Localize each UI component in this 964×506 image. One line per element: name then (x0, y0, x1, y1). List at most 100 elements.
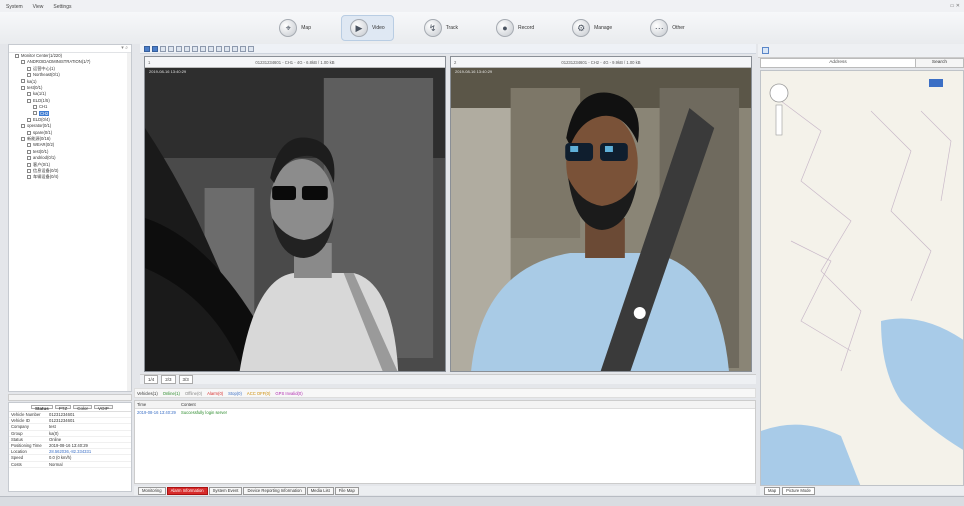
map-panel-icon[interactable] (762, 47, 769, 54)
map-footer-tabs: Map Picture Mode (760, 486, 964, 495)
page-tab-1[interactable]: 1/4 (144, 375, 159, 384)
tree-node-label: andriod(0/1) (33, 155, 56, 161)
bottom-tab[interactable]: System Event (208, 486, 243, 495)
checkbox-icon[interactable] (27, 66, 31, 71)
tab-map-view[interactable]: Map (764, 486, 781, 495)
search-button[interactable]: Search (915, 59, 963, 67)
refresh-icon[interactable] (248, 45, 254, 52)
info-value: 2019-08-16 13:40:29 (49, 442, 88, 448)
info-key: Company (11, 424, 29, 430)
stop-all-icon[interactable] (208, 45, 214, 52)
log-header-time: Time (137, 402, 147, 407)
checkbox-icon[interactable] (21, 85, 25, 90)
checkbox-icon[interactable] (21, 136, 25, 141)
tab-track[interactable]: ↯ Track (416, 15, 466, 41)
tree-search-icon[interactable]: ▾ ⌕ (9, 45, 131, 53)
checkbox-icon[interactable] (33, 111, 37, 116)
tab-map[interactable]: ⌖ Map (271, 15, 319, 41)
layout-16-icon[interactable] (168, 45, 174, 52)
tree-node-label: Monitor Center(1/220) (21, 53, 62, 58)
checkbox-icon[interactable] (27, 168, 31, 173)
page-tab-2[interactable]: 2/3 (161, 375, 176, 384)
menu-view[interactable]: View (33, 4, 44, 10)
tab-manage[interactable]: ⚙ Manage (564, 15, 620, 41)
bottom-tab[interactable]: Monitoring (138, 486, 166, 495)
map-view[interactable] (760, 70, 964, 486)
checkbox-icon[interactable] (27, 162, 31, 167)
legend-item[interactable]: Stop(0) (228, 391, 242, 396)
bottom-tab[interactable]: Media List (306, 486, 334, 495)
checkbox-icon[interactable] (27, 156, 31, 161)
map-type-button[interactable] (929, 79, 943, 87)
checkbox-icon[interactable] (21, 60, 25, 65)
checkbox-icon[interactable] (33, 105, 37, 110)
menu-system[interactable]: System (6, 4, 23, 10)
info-value[interactable]: 28.562036,-82.334331 (49, 449, 131, 454)
checkbox-icon[interactable] (27, 175, 31, 180)
map-zoom-slider[interactable] (775, 104, 783, 136)
talk-icon[interactable] (200, 45, 206, 52)
other-icon: ⋯ (650, 19, 669, 37)
legend-item[interactable]: GPS Invalid(0) (275, 391, 302, 396)
info-key: Group (11, 430, 23, 436)
zoom-icon[interactable] (240, 45, 246, 52)
camera-title-1: 01231234601 - CH1 - 4G - 6.8kB / 1.00 kB (145, 57, 445, 68)
tree-horizontal-scrollbar[interactable] (8, 394, 132, 401)
camera-view-2[interactable]: 01231234601 - CH2 - 4G - 9.9kB / 1.00 kB… (450, 56, 752, 372)
menu-settings[interactable]: Settings (53, 4, 71, 10)
tab-other[interactable]: ⋯ Other (642, 15, 693, 41)
snapshot-icon[interactable] (176, 45, 182, 52)
checkbox-icon[interactable] (27, 130, 31, 135)
legend-item[interactable]: ACC OFF(0) (247, 391, 271, 396)
audio-icon[interactable] (192, 45, 198, 52)
tree-node-label: operator(0/1) (27, 123, 52, 129)
tab-voip[interactable]: VOIP (94, 405, 113, 411)
tree-scrollbar[interactable] (127, 53, 131, 391)
legend-item[interactable]: Offline(0) (185, 391, 202, 396)
tab-status[interactable]: Status (31, 405, 53, 411)
bottom-tab[interactable]: Alarm Information (166, 486, 208, 495)
layout-9-icon[interactable] (160, 45, 166, 52)
checkbox-icon[interactable] (27, 98, 31, 103)
record-video-icon[interactable] (184, 45, 190, 52)
tree-node[interactable]: 车辆设备(0/4) (9, 174, 131, 180)
checkbox-icon[interactable] (27, 73, 31, 78)
checkbox-icon[interactable] (15, 53, 19, 58)
checkbox-icon[interactable] (27, 149, 31, 154)
settings-icon[interactable] (224, 45, 230, 52)
bottom-tab[interactable]: File Map (334, 486, 359, 495)
tree-node-label: ELD(1/5) (33, 97, 50, 103)
map-pan-control[interactable] (769, 83, 789, 103)
camera-view-1[interactable]: 01231234601 - CH1 - 4G - 6.8kB / 1.00 kB… (144, 56, 446, 372)
volume-icon[interactable] (232, 45, 238, 52)
checkbox-icon[interactable] (21, 124, 25, 129)
legend-item[interactable]: Alarm(0) (207, 391, 223, 396)
info-value: 01231234601 (49, 418, 75, 424)
track-icon: ↯ (423, 19, 442, 37)
log-row[interactable]: 2019-08-16 13:40:29 Successfully login s… (135, 409, 755, 416)
status-bar (0, 496, 964, 506)
window-controls[interactable]: ▭ ✕ (950, 3, 960, 9)
bottom-tab[interactable]: Device Reporting Information (243, 486, 306, 495)
checkbox-icon[interactable] (27, 143, 31, 148)
address-field[interactable]: Address (761, 59, 915, 67)
camera-title-2: 01231234601 - CH2 - 4G - 9.9kB / 1.00 kB (451, 57, 751, 68)
manage-icon: ⚙ (572, 19, 591, 37)
legend-item[interactable]: Online(1) (163, 391, 180, 396)
tab-ptz[interactable]: PTZ (54, 405, 72, 411)
bottom-tabs: Monitoring Alarm Information System Event D… (134, 486, 756, 495)
tab-color[interactable]: Color (73, 405, 93, 411)
layout-1-icon[interactable] (144, 45, 150, 52)
legend-item[interactable]: Vehicles(1) (137, 391, 158, 396)
checkbox-icon[interactable] (27, 117, 31, 122)
tab-video[interactable]: ▶ Video (340, 15, 394, 41)
tab-picture-mode[interactable]: Picture Mode (782, 486, 815, 495)
checkbox-icon[interactable] (21, 79, 25, 84)
page-tab-3[interactable]: 3/3 (178, 375, 193, 384)
tab-record[interactable]: ● Record (488, 15, 542, 41)
info-value: test (49, 424, 56, 430)
fullscreen-icon[interactable] (216, 45, 222, 52)
info-value: ka(0) (49, 430, 59, 436)
checkbox-icon[interactable] (27, 92, 31, 97)
layout-4-icon[interactable] (152, 45, 158, 52)
